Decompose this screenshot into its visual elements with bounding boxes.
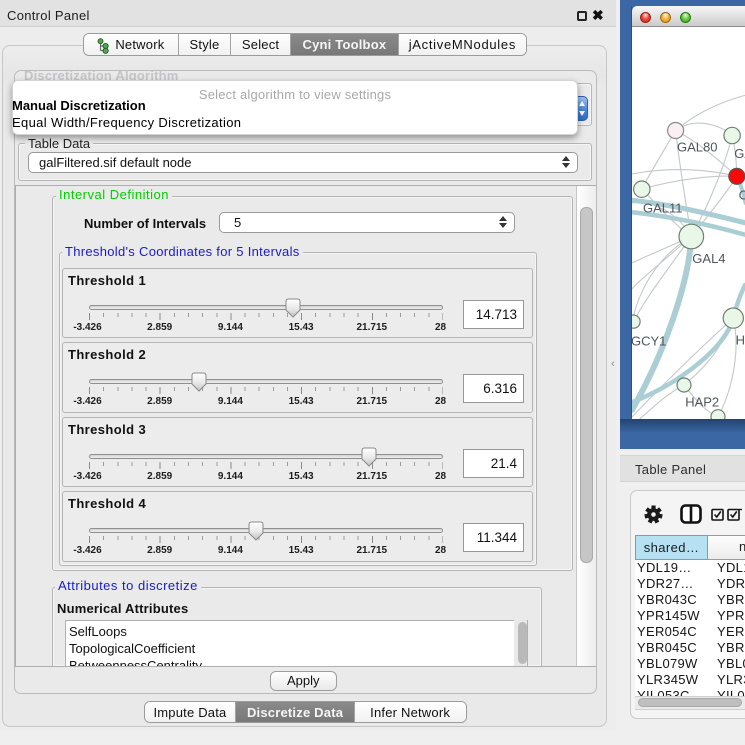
- svg-text:GAL11: GAL11: [643, 201, 683, 216]
- svg-text:CY: CY: [739, 188, 745, 203]
- svg-text:GCY1: GCY1: [632, 334, 666, 349]
- svg-text:HAP2: HAP2: [685, 395, 719, 410]
- svg-text:GAL4: GAL4: [692, 251, 725, 266]
- svg-text:GA: GA: [734, 146, 745, 161]
- svg-text:HA: HA: [736, 333, 745, 348]
- svg-text:GAL80: GAL80: [677, 140, 717, 155]
